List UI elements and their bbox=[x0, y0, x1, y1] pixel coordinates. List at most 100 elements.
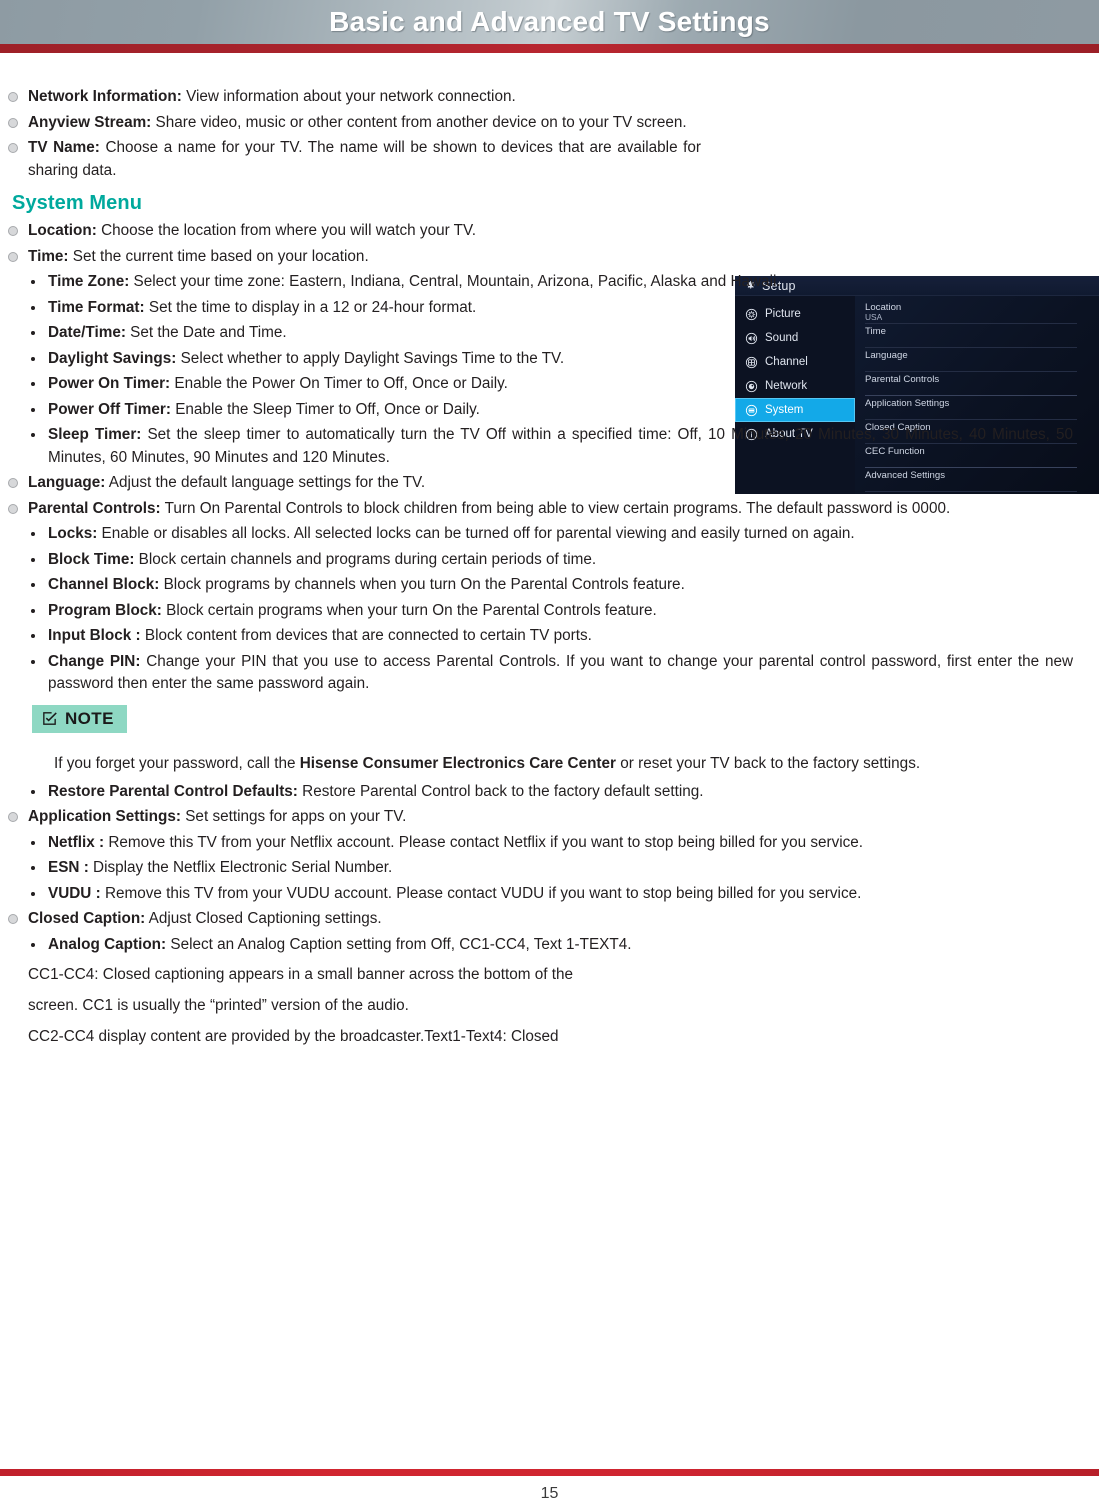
item-desc: Change your PIN that you use to access P… bbox=[48, 652, 1074, 693]
bullet-icon bbox=[31, 433, 35, 437]
list-item: Time: Set the current time based on your… bbox=[6, 246, 1073, 269]
item-desc: Select your time zone: Eastern, Indiana,… bbox=[129, 273, 781, 290]
page-number: 15 bbox=[540, 1485, 559, 1502]
item-term: Block Time: bbox=[48, 550, 135, 568]
page-title: Basic and Advanced TV Settings bbox=[329, 6, 770, 37]
footer-divider bbox=[0, 1469, 1099, 1476]
note-label: NOTE bbox=[65, 708, 114, 728]
list-item: Program Block: Block certain programs wh… bbox=[6, 600, 1073, 623]
item-desc: Restore Parental Control back to the fac… bbox=[297, 782, 704, 800]
bullet-icon bbox=[31, 634, 35, 638]
item-desc: Block certain channels and programs duri… bbox=[134, 550, 597, 568]
bullet-icon bbox=[31, 305, 35, 310]
item-desc: Select an Analog Caption setting from Of… bbox=[166, 935, 632, 953]
note-text-after: or reset your TV back to the factory set… bbox=[616, 754, 921, 772]
list-item: Time Zone: Select your time zone: Easter… bbox=[6, 271, 1073, 294]
item-term: Anyview Stream: bbox=[28, 113, 152, 131]
list-item: Block Time: Block certain channels and p… bbox=[6, 549, 1073, 572]
list-item: Location: Choose the location from where… bbox=[6, 220, 1073, 243]
item-term: Input Block : bbox=[48, 627, 141, 644]
bullet-icon bbox=[31, 407, 35, 412]
list-item: Input Block : Block content from devices… bbox=[6, 625, 1073, 648]
list-item: Change PIN: Change your PIN that you use… bbox=[6, 651, 1073, 696]
bullet-icon bbox=[8, 117, 18, 128]
bullet-icon bbox=[31, 659, 35, 664]
item-desc: Set the time to display in a 12 or 24-ho… bbox=[144, 298, 477, 316]
item-desc: Set the Date and Time. bbox=[125, 324, 287, 341]
item-term: Parental Controls: bbox=[28, 499, 161, 517]
item-term: Locks: bbox=[48, 525, 98, 542]
list-item: Application Settings: Set settings for a… bbox=[6, 806, 1073, 829]
list-item: VUDU : Remove this TV from your VUDU acc… bbox=[6, 883, 1073, 906]
item-term: Date/Time: bbox=[48, 324, 126, 341]
item-term: Channel Block: bbox=[48, 576, 160, 593]
checkbox-pen-icon bbox=[41, 710, 58, 727]
bullet-icon bbox=[31, 866, 35, 871]
bullet-icon bbox=[8, 478, 18, 488]
item-desc: Block content from devices that are conn… bbox=[140, 627, 592, 644]
list-item: Locks: Enable or disables all locks. All… bbox=[6, 523, 1073, 546]
bullet-icon bbox=[8, 143, 18, 153]
item-term: Sleep Timer: bbox=[48, 426, 142, 443]
bullet-icon bbox=[31, 280, 35, 284]
item-term: Restore Parental Control Defaults: bbox=[48, 782, 298, 800]
note-text-before: If you forget your password, call the bbox=[54, 754, 300, 772]
item-desc: Enable the Power On Timer to Off, Once o… bbox=[170, 375, 508, 392]
item-desc: Choose a name for your TV. The name will… bbox=[28, 139, 701, 179]
list-item: Closed Caption: Adjust Closed Captioning… bbox=[6, 908, 1073, 931]
bullet-icon bbox=[31, 583, 35, 587]
list-item: Power On Timer: Enable the Power On Time… bbox=[6, 373, 1073, 396]
item-desc: Set the sleep timer to automatically tur… bbox=[48, 426, 1073, 466]
bullet-icon bbox=[31, 840, 35, 845]
page-header: Basic and Advanced TV Settings bbox=[0, 0, 1099, 44]
item-desc: Block programs by channels when you turn… bbox=[159, 576, 685, 593]
item-term: Change PIN: bbox=[48, 652, 141, 670]
item-term: Power Off Timer: bbox=[48, 400, 171, 418]
list-item: Date/Time: Set the Date and Time. bbox=[6, 322, 1073, 345]
item-desc: Turn On Parental Controls to block child… bbox=[160, 499, 951, 517]
bullet-icon bbox=[8, 914, 18, 925]
item-desc: Share video, music or other content from… bbox=[151, 113, 687, 131]
list-item: Sleep Timer: Set the sleep timer to auto… bbox=[6, 424, 1073, 469]
item-desc: Set settings for apps on your TV. bbox=[180, 808, 407, 826]
item-desc: Enable the Sleep Timer to Off, Once or D… bbox=[170, 400, 480, 418]
list-item: Analog Caption: Select an Analog Caption… bbox=[6, 934, 1073, 957]
note-text-bold: Hisense Consumer Electronics Care Center bbox=[299, 754, 616, 772]
bullet-icon bbox=[8, 503, 18, 514]
item-term: Time Format: bbox=[48, 298, 145, 316]
closing-paragraph: CC2-CC4 display content are provided by … bbox=[28, 1028, 559, 1046]
item-desc: View information about your network conn… bbox=[181, 88, 516, 105]
item-desc: Set the current time based on your locat… bbox=[68, 247, 369, 265]
item-term: Time: bbox=[28, 247, 69, 265]
list-item: Netflix : Remove this TV from your Netfl… bbox=[6, 832, 1073, 855]
item-term: TV Name: bbox=[28, 139, 100, 156]
list-item: Network Information: View information ab… bbox=[6, 86, 1073, 109]
item-desc: Block certain programs when your turn On… bbox=[161, 601, 657, 619]
header-divider bbox=[0, 44, 1099, 53]
bullet-icon bbox=[8, 812, 18, 823]
item-term: Closed Caption: bbox=[28, 910, 146, 928]
item-term: Daylight Savings: bbox=[48, 349, 177, 367]
item-term: Power On Timer: bbox=[48, 375, 171, 392]
item-term: Analog Caption: bbox=[48, 935, 167, 953]
item-term: ESN : bbox=[48, 859, 89, 877]
list-item: Time Format: Set the time to display in … bbox=[6, 297, 1073, 320]
section-heading: System Menu bbox=[12, 192, 143, 214]
item-term: Program Block: bbox=[48, 601, 162, 619]
bullet-icon bbox=[8, 92, 18, 102]
list-item: Restore Parental Control Defaults: Resto… bbox=[6, 781, 1073, 804]
item-desc: Enable or disables all locks. All select… bbox=[97, 525, 855, 542]
list-item: Language: Adjust the default language se… bbox=[6, 472, 1073, 495]
list-item: ESN : Display the Netflix Electronic Ser… bbox=[6, 857, 1073, 880]
bullet-icon bbox=[8, 251, 18, 262]
note-body: If you forget your password, call the Hi… bbox=[6, 752, 1073, 775]
bullet-icon bbox=[31, 356, 35, 361]
item-desc: Adjust the default language settings for… bbox=[105, 474, 426, 491]
item-desc: Display the Netflix Electronic Serial Nu… bbox=[88, 859, 393, 877]
item-term: Netflix : bbox=[48, 833, 105, 851]
item-desc: Adjust Closed Captioning settings. bbox=[145, 910, 382, 928]
bullet-icon bbox=[31, 331, 35, 335]
list-item: Parental Controls: Turn On Parental Cont… bbox=[6, 498, 1073, 521]
item-term: Time Zone: bbox=[48, 273, 130, 290]
item-desc: Select whether to apply Daylight Savings… bbox=[176, 349, 565, 367]
